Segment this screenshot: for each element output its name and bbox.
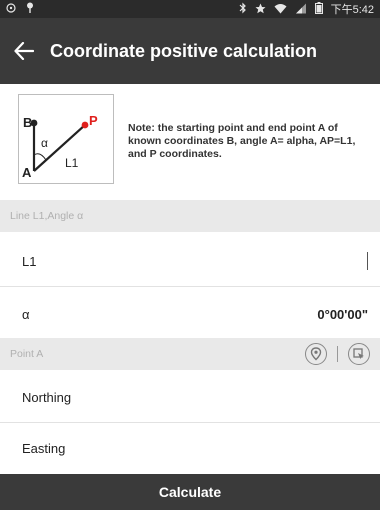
divider — [0, 422, 380, 423]
l1-row[interactable]: L1 — [0, 237, 380, 285]
diagram-label-a: A — [22, 165, 32, 180]
l1-label: L1 — [22, 253, 37, 269]
note-text: Note: the starting point and end point A… — [128, 122, 356, 160]
text-cursor — [367, 252, 368, 270]
select-point-icon[interactable] — [348, 343, 370, 365]
alpha-label: α — [22, 306, 30, 322]
pin-icon — [26, 2, 34, 17]
section-label-point-a: Point A — [10, 348, 44, 360]
section-header-point-a: Point A — [0, 338, 380, 370]
divider — [0, 286, 380, 287]
alpha-value[interactable]: 0°00'00" — [30, 307, 368, 322]
bluetooth-icon — [239, 2, 247, 18]
diagram-label-b: B — [23, 115, 32, 130]
easting-input[interactable] — [77, 433, 368, 463]
back-arrow-icon[interactable] — [0, 18, 48, 84]
section-header-line: Line L1,Angle α — [0, 200, 380, 232]
diagram-label-alpha: α — [41, 136, 48, 150]
battery-icon — [314, 2, 323, 18]
status-left — [6, 2, 34, 17]
map-point-icon[interactable] — [305, 343, 327, 365]
star-icon — [255, 3, 266, 18]
easting-label: Easting — [22, 440, 66, 456]
note-section: B A P α L1 Note: the starting point and … — [0, 84, 380, 200]
easting-row[interactable]: Easting — [0, 424, 380, 472]
northing-label: Northing — [22, 389, 72, 405]
signal-icon — [295, 3, 307, 18]
l1-input[interactable] — [48, 246, 365, 276]
app-bar: Coordinate positive calculation — [0, 18, 380, 84]
location-circle-icon — [6, 2, 16, 17]
alpha-row[interactable]: α 0°00'00" — [0, 290, 380, 338]
page-title: Coordinate positive calculation — [50, 40, 318, 61]
northing-row[interactable]: Northing — [0, 373, 380, 421]
status-right: 下午5:42 — [239, 2, 374, 18]
icon-separator — [337, 346, 338, 362]
coordinate-diagram: B A P α L1 — [18, 94, 114, 184]
diagram-label-p: P — [89, 113, 98, 128]
section-label-line: Line L1,Angle α — [10, 210, 84, 222]
northing-input[interactable] — [83, 382, 368, 412]
status-bar: 下午5:42 — [0, 0, 380, 18]
calculate-button[interactable]: Calculate — [0, 474, 380, 510]
point-a-actions — [305, 338, 370, 370]
diagram-label-l1: L1 — [65, 156, 79, 170]
status-time: 下午5:42 — [330, 4, 374, 16]
wifi-icon — [274, 3, 287, 18]
